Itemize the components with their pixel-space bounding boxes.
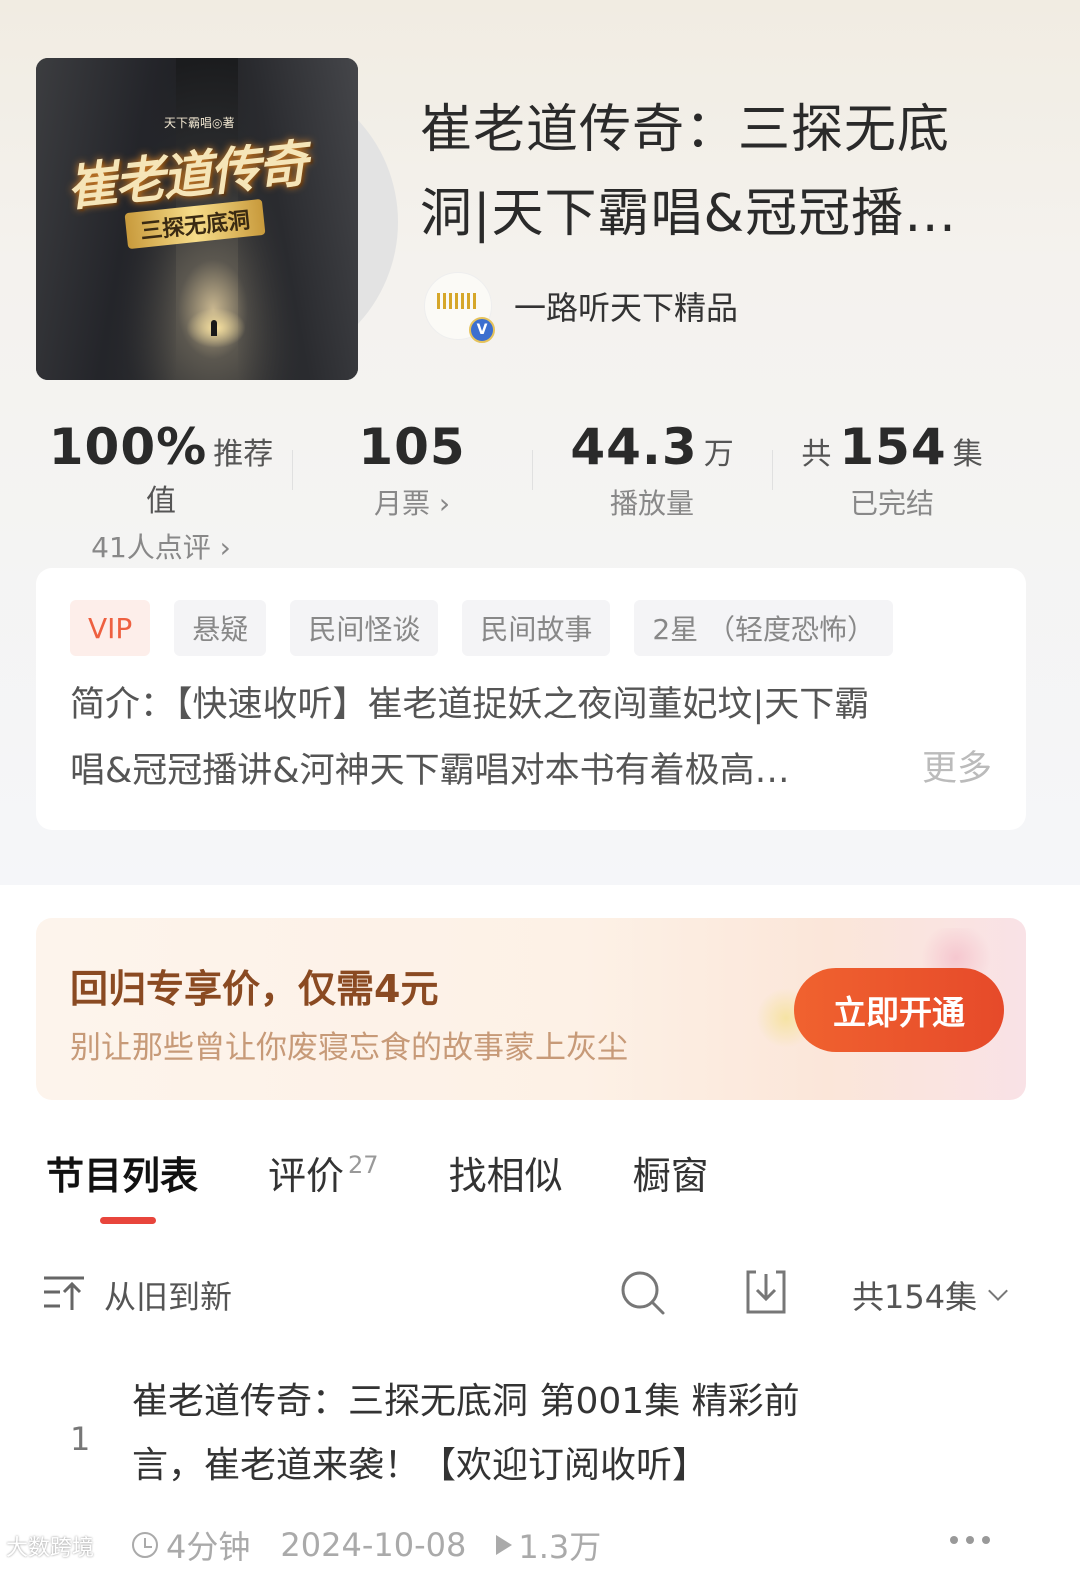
promo-title: 回归专享价，仅需4元: [70, 967, 439, 1011]
tag-folk-tales[interactable]: 民间怪谈: [290, 600, 439, 656]
tab-showcase-label: 橱窗: [632, 1154, 709, 1198]
tag-suspense[interactable]: 悬疑: [174, 600, 267, 656]
book-intro[interactable]: 简介：【快速收听】崔老道捉妖之夜闯董妃坟|天下霸 唱&冠冠播讲&河神天下霸唱对本…: [70, 672, 1000, 804]
monthly-tickets-value: 105: [358, 418, 466, 476]
episode-plays: 1.3万: [518, 1528, 602, 1566]
tab-showcase[interactable]: 橱窗: [633, 1145, 709, 1200]
episodes-unit: 集: [952, 437, 983, 472]
episode-title[interactable]: 崔老道传奇：三探无底洞 第001集 精彩前 言，崔老道来袭！【欢迎订阅收听】: [132, 1370, 932, 1498]
more-options-icon[interactable]: [950, 1530, 1000, 1550]
intro-more-link[interactable]: 更多: [922, 740, 992, 791]
tag-folk-stories[interactable]: 民间故事: [462, 600, 611, 656]
publisher-name[interactable]: 一路听天下精品: [514, 283, 738, 329]
plays-label: 播放量: [609, 487, 694, 520]
stat-monthly-tickets[interactable]: 105 月票 ›: [292, 418, 532, 522]
plays-unit: 万: [703, 437, 734, 472]
search-icon[interactable]: [620, 1270, 666, 1316]
tab-reviews-label: 评价: [268, 1154, 345, 1198]
publisher[interactable]: V 一路听天下精品: [424, 270, 738, 343]
episode-number: 1: [70, 1420, 91, 1458]
episodes-value: 154: [839, 418, 947, 476]
download-icon[interactable]: [742, 1268, 790, 1316]
tab-program-list[interactable]: 节目列表: [46, 1145, 198, 1200]
monthly-tickets-link[interactable]: 月票 ›: [292, 482, 532, 522]
chevron-down-icon: [988, 1281, 1008, 1301]
episode-duration: 4分钟: [166, 1528, 251, 1566]
promo-subtitle: 别让那些曾让你废寝忘食的故事蒙上灰尘: [70, 1030, 628, 1066]
tag-vip[interactable]: VIP: [70, 600, 151, 656]
publisher-avatar[interactable]: V: [424, 272, 495, 343]
reviews-count: 27: [348, 1151, 379, 1179]
book-title-line2: 洞|天下霸唱&冠冠播…: [420, 184, 958, 244]
intro-line1: 简介：【快速收听】崔老道捉妖之夜闯董妃坟|天下霸: [70, 685, 870, 725]
publisher-logo-icon: [437, 293, 479, 309]
activate-now-button[interactable]: 立即开通: [794, 968, 1004, 1052]
episode-range-selector[interactable]: 共154集: [852, 1272, 1008, 1318]
tab-find-similar-label: 找相似: [448, 1154, 563, 1198]
intro-line2: 唱&冠冠播讲&河神天下霸唱对本书有着极高…: [70, 751, 790, 791]
cover-figure: [211, 320, 217, 336]
recommend-value: 100%: [48, 418, 208, 476]
tab-reviews[interactable]: 评价 27: [268, 1145, 379, 1200]
plays-value: 44.3: [570, 418, 698, 476]
book-title: 崔老道传奇：三探无底 洞|天下霸唱&冠冠播…: [420, 88, 1010, 256]
stat-episodes: 共 154 集 已完结: [772, 418, 1012, 522]
episode-title-line2: 言，崔老道来袭！【欢迎订阅收听】: [132, 1445, 709, 1486]
info-card: VIP 悬疑 民间怪谈 民间故事 2星 （轻度恐怖） 简介：【快速收听】崔老道捉…: [36, 568, 1026, 830]
divider: [772, 450, 773, 490]
stats-bar: 100% 推荐值 41人点评 › 105 月票 › 44.3 万 播放量 共 154 集…: [0, 418, 1080, 564]
tab-program-list-label: 节目列表: [46, 1154, 199, 1198]
clock-icon: [132, 1532, 158, 1558]
episode-total: 共154集: [852, 1278, 978, 1316]
divider: [532, 450, 533, 490]
episode-meta: 4分钟 2024-10-08 1.3万: [132, 1522, 631, 1568]
play-count-icon: [496, 1535, 513, 1555]
episode-toolbar: 从旧到新 共154集: [0, 1262, 1080, 1322]
stat-plays: 44.3 万 播放量: [532, 418, 772, 522]
verified-icon: V: [469, 317, 495, 343]
tab-find-similar[interactable]: 找相似: [449, 1145, 563, 1200]
stat-recommend[interactable]: 100% 推荐值 41人点评 ›: [36, 418, 286, 566]
list-item[interactable]: 1 崔老道传奇：三探无底洞 第001集 精彩前 言，崔老道来袭！【欢迎订阅收听】…: [0, 1370, 1080, 1593]
completion-status: 已完结: [849, 487, 934, 520]
book-cover[interactable]: 天下霸唱◎著 崔老道传奇 三探无底洞: [36, 58, 358, 380]
divider: [292, 450, 293, 490]
vip-promo-banner[interactable]: 回归专享价，仅需4元 别让那些曾让你废寝忘食的故事蒙上灰尘 立即开通: [36, 918, 1026, 1100]
watermark: 大数跨境: [6, 1536, 95, 1561]
episode-title-line1: 崔老道传奇：三探无底洞 第001集 精彩前: [132, 1381, 800, 1422]
active-tab-indicator: [100, 1217, 156, 1224]
sort-icon[interactable]: [42, 1272, 86, 1312]
reviews-link[interactable]: 41人点评 ›: [36, 526, 286, 566]
cover-author: 天下霸唱◎著: [164, 116, 235, 130]
tag-horror-level[interactable]: 2星 （轻度恐怖）: [634, 600, 894, 656]
sort-order-button[interactable]: 从旧到新: [104, 1272, 232, 1318]
episode-date: 2024-10-08: [280, 1526, 467, 1564]
book-title-line1: 崔老道传奇：三探无底: [420, 100, 951, 160]
episodes-prefix: 共: [801, 437, 832, 472]
tag-list: VIP 悬疑 民间怪谈 民间故事 2星 （轻度恐怖）: [70, 600, 894, 656]
content-tabs: 节目列表 评价 27 找相似 橱窗: [46, 1145, 779, 1200]
